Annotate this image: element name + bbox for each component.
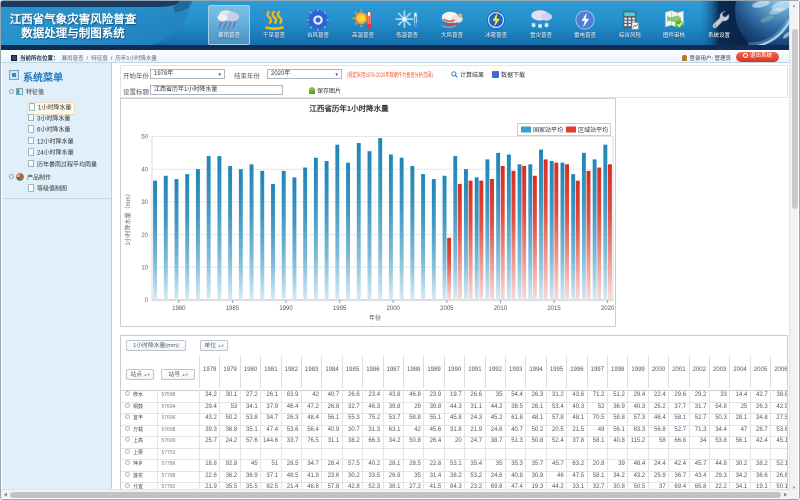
svg-text:2000: 2000 [387,306,401,312]
svg-text:20: 20 [141,233,148,239]
svg-text:40: 40 [141,167,148,173]
svg-text:区域站平均: 区域站平均 [578,126,608,134]
svg-text:50: 50 [141,135,148,141]
svg-text:年份: 年份 [369,314,381,322]
svg-text:30: 30 [141,200,148,206]
svg-text:国家站平均: 国家站平均 [533,126,563,134]
svg-text:2010: 2010 [494,306,508,312]
svg-text:1990: 1990 [279,306,293,312]
svg-text:1995: 1995 [333,306,347,312]
svg-text:10: 10 [141,266,148,272]
svg-text:2015: 2015 [547,306,561,312]
svg-text:1980: 1980 [172,306,186,312]
svg-text:2005: 2005 [440,306,454,312]
svg-text:2020: 2020 [601,306,615,312]
svg-text:1小时降水量（mm）: 1小时降水量（mm） [124,190,132,245]
svg-text:江西省历年1小时降水量: 江西省历年1小时降水量 [309,103,389,113]
svg-text:1985: 1985 [226,306,240,312]
